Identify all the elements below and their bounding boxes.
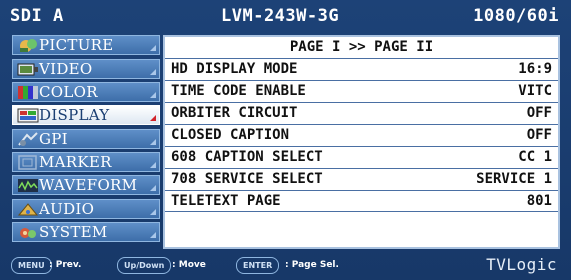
menu-item-video[interactable]: VIDEO bbox=[12, 59, 160, 79]
submenu-corner-icon bbox=[150, 232, 156, 238]
submenu-corner-icon bbox=[150, 209, 156, 215]
monitor-osd: SDI A LVM-243W-3G 1080/60i PICTURE VIDEO… bbox=[0, 0, 571, 280]
submenu-corner-icon bbox=[150, 162, 156, 168]
menu-key-action: : Prev. bbox=[49, 260, 82, 270]
setting-value: 16:9 bbox=[518, 61, 552, 77]
input-source-label: SDI A bbox=[10, 6, 64, 26]
setting-label: HD DISPLAY MODE bbox=[171, 61, 298, 77]
submenu-corner-icon bbox=[150, 45, 156, 51]
submenu-corner-icon bbox=[150, 185, 156, 191]
brand-logo: TVLogic bbox=[486, 255, 557, 274]
setting-label: TIME CODE ENABLE bbox=[171, 83, 306, 99]
gpi-icon bbox=[18, 132, 38, 146]
signal-format: 1080/60i bbox=[473, 6, 559, 26]
enter-key-hint: ENTER bbox=[236, 257, 280, 274]
osd-header: SDI A LVM-243W-3G 1080/60i bbox=[0, 0, 571, 31]
submenu-corner-icon bbox=[150, 92, 156, 98]
menu-item-waveform[interactable]: WAVEFORM bbox=[12, 175, 160, 195]
menu-item-system[interactable]: SYSTEM bbox=[12, 222, 160, 242]
waveform-icon bbox=[18, 179, 38, 192]
setting-row-orbiter-circuit[interactable]: ORBITER CIRCUIT OFF bbox=[165, 102, 558, 124]
key-hint-bar: MENU : Prev. Up/Down : Move ENTER : Page… bbox=[0, 252, 571, 280]
setting-label: TELETEXT PAGE bbox=[171, 193, 281, 209]
settings-panel: PAGE I >> PAGE II HD DISPLAY MODE 16:9 T… bbox=[163, 35, 560, 249]
submenu-corner-icon bbox=[150, 139, 156, 145]
setting-value: OFF bbox=[526, 127, 552, 143]
updown-key-hint: Up/Down bbox=[117, 257, 172, 274]
setting-label: 708 SERVICE SELECT bbox=[171, 171, 323, 187]
enter-key-action: : Page Sel. bbox=[285, 260, 339, 270]
setting-value: SERVICE 1 bbox=[476, 171, 552, 187]
menu-item-marker[interactable]: MARKER bbox=[12, 152, 160, 172]
setting-row-closed-caption[interactable]: CLOSED CAPTION OFF bbox=[165, 124, 558, 146]
model-name: LVM-243W-3G bbox=[221, 6, 340, 26]
system-icon bbox=[20, 228, 36, 238]
setting-row-teletext-page[interactable]: TELETEXT PAGE 801 bbox=[165, 190, 558, 212]
category-menu: PICTURE VIDEO COLOR DISPLAY GPI MARKER W… bbox=[12, 35, 160, 249]
picture-icon bbox=[20, 39, 37, 52]
setting-label: ORBITER CIRCUIT bbox=[171, 105, 298, 121]
menu-item-color[interactable]: COLOR bbox=[12, 82, 160, 102]
menu-item-label: PICTURE bbox=[39, 36, 114, 54]
submenu-corner-icon bbox=[150, 115, 156, 121]
setting-label: 608 CAPTION SELECT bbox=[171, 149, 323, 165]
color-icon bbox=[18, 86, 38, 99]
menu-item-audio[interactable]: AUDIO bbox=[12, 199, 160, 219]
submenu-corner-icon bbox=[150, 69, 156, 75]
menu-item-label: SYSTEM bbox=[39, 223, 108, 241]
setting-row-hd-display-mode[interactable]: HD DISPLAY MODE 16:9 bbox=[165, 58, 558, 80]
menu-item-display[interactable]: DISPLAY bbox=[12, 105, 160, 125]
menu-item-picture[interactable]: PICTURE bbox=[12, 35, 160, 55]
setting-label: CLOSED CAPTION bbox=[171, 127, 290, 143]
menu-item-label: DISPLAY bbox=[39, 106, 110, 124]
menu-item-gpi[interactable]: GPI bbox=[12, 129, 160, 149]
display-icon bbox=[17, 108, 39, 123]
marker-icon bbox=[18, 155, 37, 170]
setting-value: VITC bbox=[518, 83, 552, 99]
menu-key-hint: MENU bbox=[11, 257, 52, 274]
setting-row-708-service-select[interactable]: 708 SERVICE SELECT SERVICE 1 bbox=[165, 168, 558, 190]
setting-value: OFF bbox=[526, 105, 552, 121]
audio-icon bbox=[17, 203, 39, 216]
menu-item-label: GPI bbox=[39, 130, 68, 148]
video-icon bbox=[17, 63, 38, 76]
setting-value: 801 bbox=[526, 193, 552, 209]
setting-row-608-caption-select[interactable]: 608 CAPTION SELECT CC 1 bbox=[165, 146, 558, 168]
menu-item-label: VIDEO bbox=[39, 60, 93, 78]
page-navigation[interactable]: PAGE I >> PAGE II bbox=[165, 37, 558, 58]
updown-key-action: : Move bbox=[172, 260, 206, 270]
menu-item-label: COLOR bbox=[39, 83, 98, 101]
setting-row-time-code-enable[interactable]: TIME CODE ENABLE VITC bbox=[165, 80, 558, 102]
menu-item-label: AUDIO bbox=[39, 200, 95, 218]
setting-value: CC 1 bbox=[518, 149, 552, 165]
menu-item-label: MARKER bbox=[39, 153, 112, 171]
menu-item-label: WAVEFORM bbox=[39, 176, 138, 194]
